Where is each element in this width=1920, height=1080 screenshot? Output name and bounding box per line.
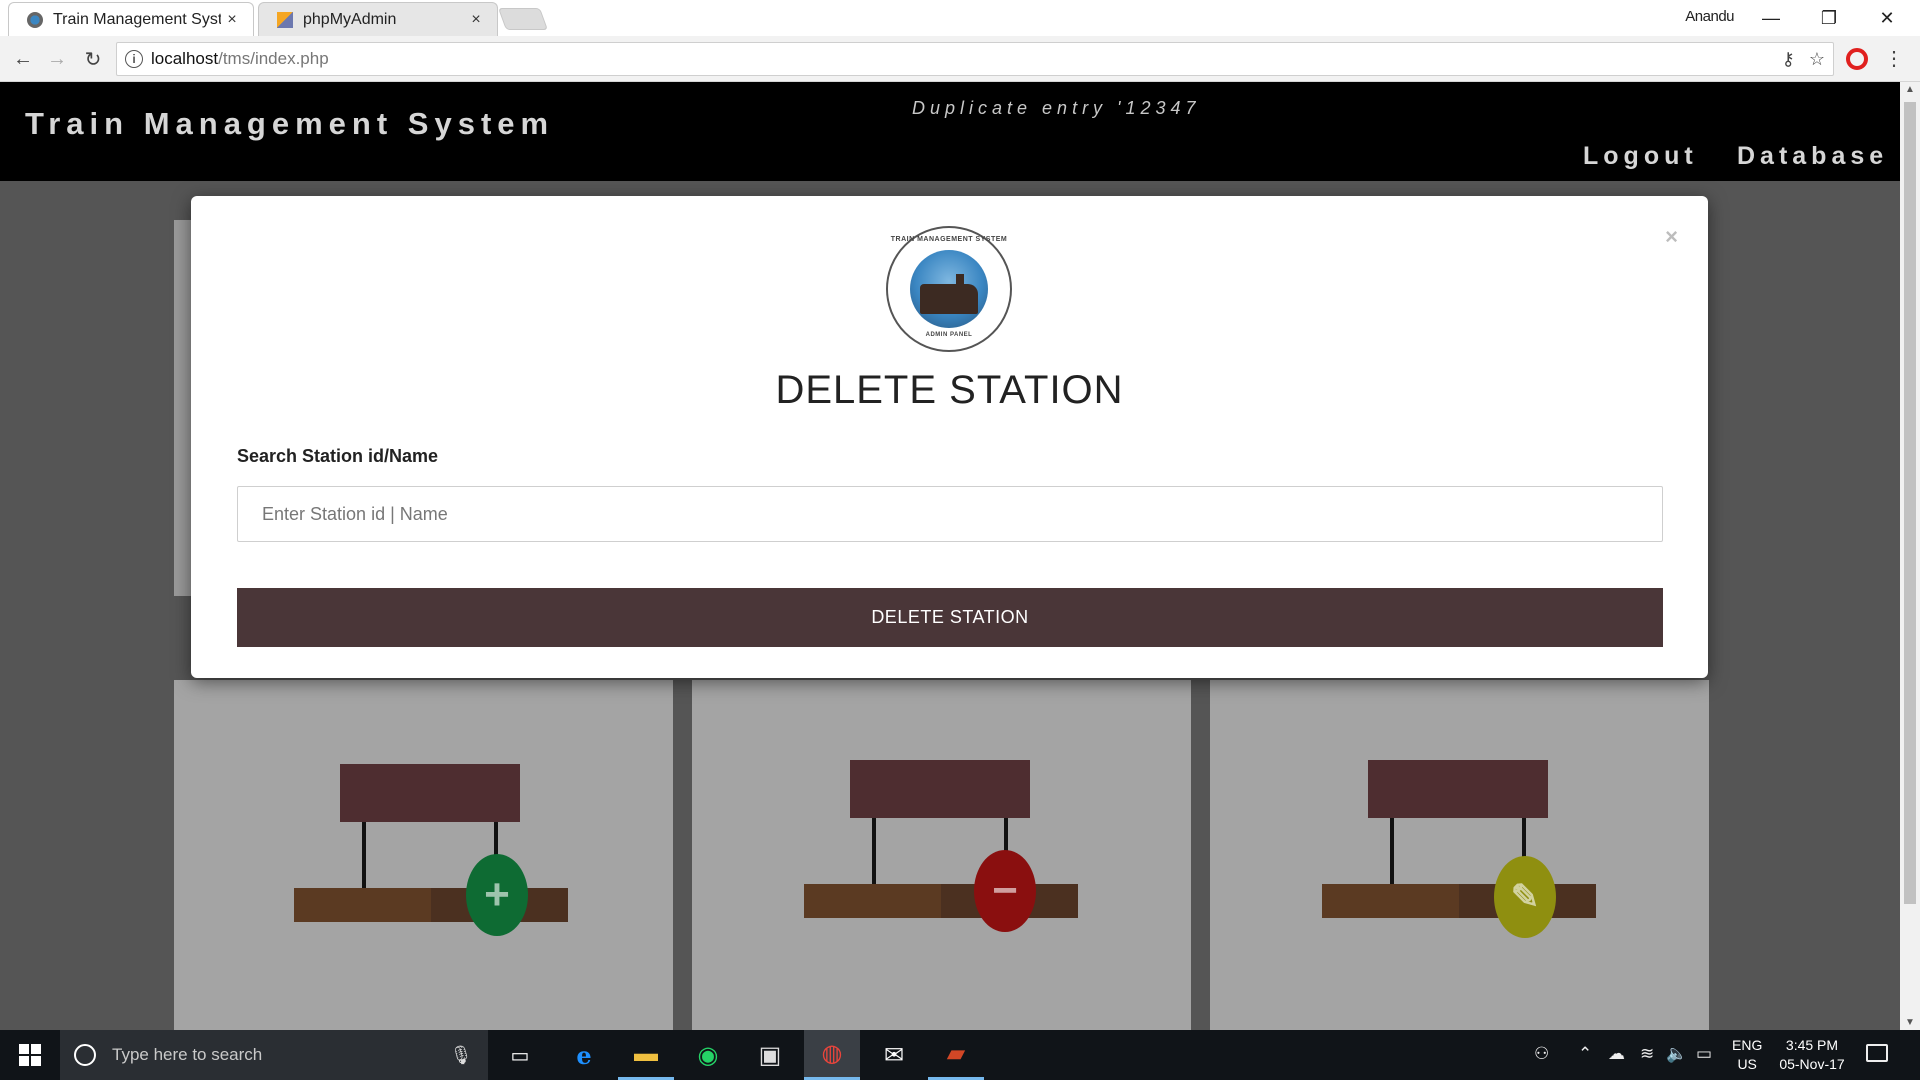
modal-close-icon[interactable]: × [1665,224,1678,250]
flash-message: Duplicate entry '12347 [912,98,1201,118]
minimize-button[interactable]: — [1742,0,1800,36]
page-viewport: Train Management System Duplicate entry … [0,82,1900,1030]
nav-logout-link[interactable]: Logout [1583,142,1698,171]
logo-emblem [910,250,988,328]
sign-plank [804,884,1078,918]
window-user-name[interactable]: Anandu [1685,8,1734,25]
tab-phpmyadmin[interactable]: phpMyAdmin × [258,2,498,36]
restore-button[interactable]: ❐ [1800,0,1858,36]
action-center-icon[interactable] [1866,1044,1888,1062]
site-info-icon[interactable]: i [125,50,143,68]
close-window-button[interactable]: ✕ [1858,0,1916,36]
battery-icon[interactable]: ▭ [1696,1044,1712,1064]
onedrive-icon[interactable]: ☁ [1608,1044,1625,1064]
tms-favicon-icon [27,11,43,28]
whatsapp-icon[interactable]: ◉ [680,1030,736,1080]
opera-extension-icon[interactable] [1846,48,1868,70]
edge-browser-icon[interactable]: e [556,1030,612,1080]
address-bar[interactable]: i localhost /tms/index.php ⚷ ☆ [116,42,1834,76]
sign-pole [872,818,876,884]
page-scrollbar[interactable]: ▲ ▼ [1900,82,1920,1030]
tms-logo: TRAIN MANAGEMENT SYSTEM ADMIN PANEL [886,226,1012,352]
tab-title: Train Management Syste [53,10,221,28]
file-explorer-icon[interactable]: ▬ [618,1030,674,1080]
tab-train-management[interactable]: Train Management Syste × [8,2,254,36]
people-icon[interactable]: ⚇ [1534,1044,1549,1064]
new-tab-button[interactable] [497,8,549,30]
tab-close-icon[interactable]: × [465,11,487,29]
mail-icon[interactable]: ✉ [866,1030,922,1080]
powerpoint-icon[interactable]: ▰ [928,1030,984,1080]
taskbar-clock[interactable]: 3:45 PM 05-Nov-17 [1772,1036,1852,1074]
sign-board [340,764,520,822]
tab-title: phpMyAdmin [303,10,397,28]
sign-board [850,760,1030,818]
scroll-down-icon[interactable]: ▼ [1905,1017,1915,1028]
microphone-icon[interactable]: 🎙 [446,1045,476,1066]
delete-station-card[interactable]: − [692,680,1191,1030]
url-host: localhost [151,49,219,68]
search-station-label: Search Station id/Name [237,446,439,466]
modal-title: DELETE STATION [775,368,1124,412]
logo-top-text: TRAIN MANAGEMENT SYSTEM [890,236,1008,243]
delete-station-button[interactable]: DELETE STATION [237,588,1663,647]
edit-station-card[interactable]: ✎ [1210,680,1709,1030]
delete-station-modal: × TRAIN MANAGEMENT SYSTEM ADMIN PANEL DE… [191,196,1708,678]
input-language-indicator[interactable]: ENG US [1732,1036,1762,1074]
browser-tab-strip: Train Management Syste × phpMyAdmin × An… [0,0,1920,36]
store-icon[interactable]: ▣ [742,1030,798,1080]
scroll-thumb[interactable] [1904,102,1916,904]
train-icon [920,284,978,314]
task-view-icon[interactable]: ▭ [492,1030,548,1080]
sign-pole [1390,818,1394,884]
show-hidden-icons-chevron-icon[interactable]: ⌃ [1578,1044,1592,1064]
windows-logo-icon [19,1044,41,1066]
tab-close-icon[interactable]: × [221,11,243,29]
clock-time: 3:45 PM [1785,1037,1839,1053]
volume-icon[interactable]: 🔈 [1666,1044,1687,1064]
clock-date: 05-Nov-17 [1779,1056,1845,1072]
sign-board [1368,760,1548,818]
scroll-up-icon[interactable]: ▲ [1905,84,1915,95]
region-code: US [1737,1056,1757,1072]
forward-arrow-icon[interactable]: → [42,44,72,74]
chrome-icon[interactable]: ◍ [804,1030,860,1080]
bookmark-star-icon[interactable]: ☆ [1809,49,1825,70]
phpmyadmin-favicon-icon [277,11,293,28]
browser-menu-icon[interactable]: ⋮ [1884,46,1904,71]
url-path: /tms/index.php [218,49,329,68]
language-code: ENG [1732,1037,1763,1053]
add-station-card[interactable]: + [174,680,673,1030]
sign-pole [362,822,366,888]
reload-icon[interactable]: ↻ [78,44,108,74]
browser-toolbar: ← → ↻ i localhost /tms/index.php ⚷ ☆ ⋮ [0,36,1920,82]
minus-icon: − [974,850,1036,932]
plus-icon: + [466,854,528,936]
cortana-icon [74,1044,96,1066]
site-title: Train Management System [25,106,555,141]
pencil-icon: ✎ [1494,856,1556,938]
windows-taskbar: Type here to search 🎙 ▭ e ▬ ◉ ▣ ◍ ✉ ▰ ⚇ … [0,1030,1920,1080]
station-search-input[interactable] [237,486,1663,542]
windows-start-button[interactable] [0,1030,60,1080]
back-arrow-icon[interactable]: ← [8,44,38,74]
site-header: Train Management System Duplicate entry … [0,82,1900,181]
nav-database-link[interactable]: Database [1737,142,1888,171]
wifi-icon[interactable]: ≋ [1640,1044,1654,1064]
logo-bottom-text: ADMIN PANEL [925,332,973,338]
taskbar-search-box[interactable]: Type here to search 🎙 [60,1030,488,1080]
key-icon[interactable]: ⚷ [1782,49,1795,70]
taskbar-search-placeholder: Type here to search [112,1045,263,1064]
